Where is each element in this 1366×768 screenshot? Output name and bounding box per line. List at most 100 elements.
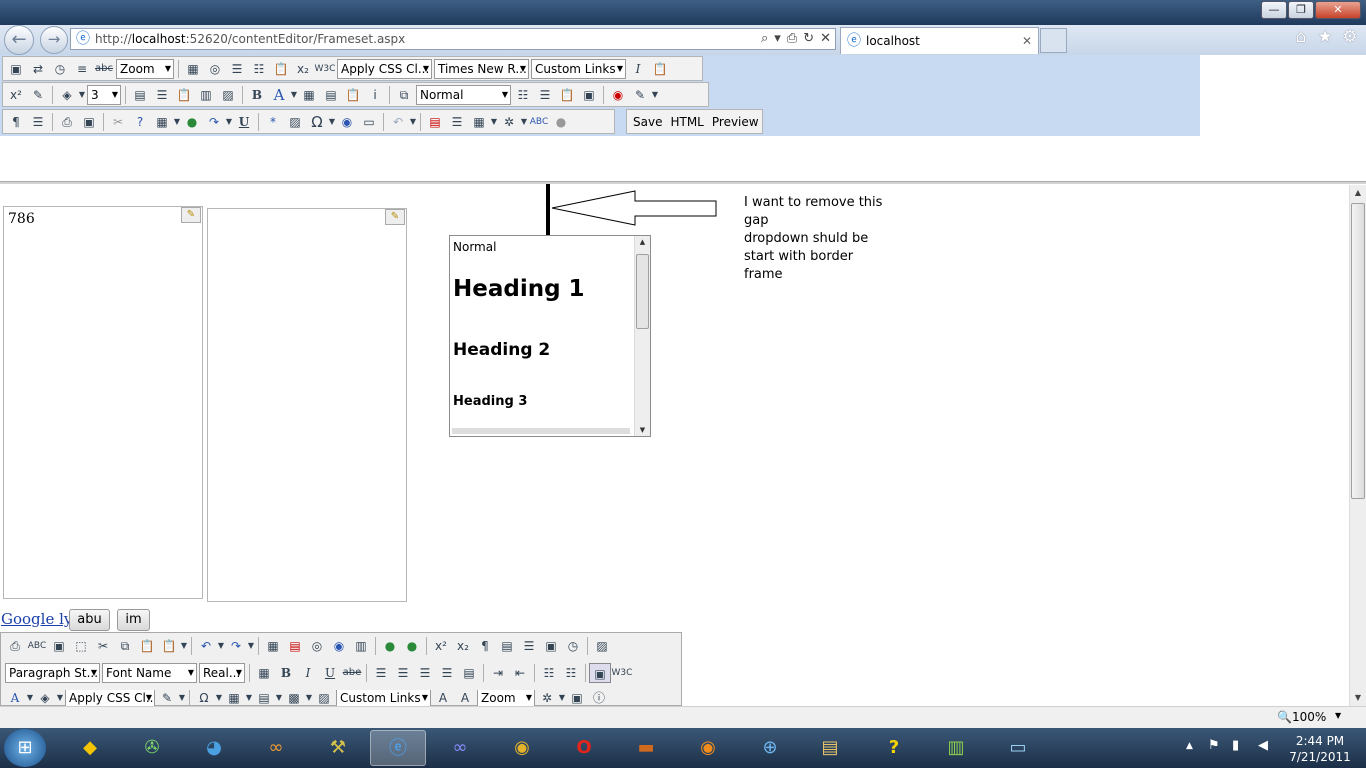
html-button[interactable]: HTML — [666, 115, 707, 129]
page-scrollbar[interactable]: ▲ ▼ — [1349, 185, 1366, 706]
dropdown-option-heading-3[interactable]: Heading 3 — [453, 394, 527, 409]
taskbar-app-firefox-icon[interactable]: ◉ — [680, 730, 736, 766]
zoom-dropdown[interactable]: Zoom ▼ — [116, 58, 174, 79]
cut-icon[interactable]: ✂ — [107, 112, 129, 132]
scroll-up-icon[interactable]: ▲ — [1350, 185, 1366, 201]
paste-icon[interactable]: 📋 — [270, 59, 292, 79]
print-icon[interactable]: ⎙ — [4, 636, 26, 656]
anchor-icon[interactable]: * — [262, 112, 284, 132]
right-editor-frame[interactable]: ✎ — [207, 208, 407, 602]
image-map-icon[interactable]: ▨ — [313, 690, 335, 706]
clock[interactable]: 2:44 PM 7/21/2011 — [1284, 733, 1356, 765]
scroll-up-icon[interactable]: ▲ — [635, 238, 650, 246]
custom-links-dropdown[interactable]: Custom Links ▼ — [531, 58, 626, 79]
minimize-button[interactable]: — — [1261, 1, 1287, 19]
chevron-down-icon[interactable]: ▼ — [247, 636, 255, 656]
taskbar-app-infinity-icon[interactable]: ∞ — [248, 730, 304, 766]
volume-icon[interactable]: ◀ — [1258, 738, 1268, 753]
taskbar-app-tools-icon[interactable]: ⚒ — [310, 730, 366, 766]
close-window-button[interactable]: ✕ — [1315, 1, 1361, 19]
insert-table-icon[interactable]: ▦ — [468, 112, 490, 132]
fill-color-icon[interactable]: ◈ — [56, 85, 78, 105]
underline-button[interactable]: U — [233, 112, 255, 132]
undo-icon[interactable]: ↶ — [387, 112, 409, 132]
taskbar-app-visual-studio-icon[interactable]: ∞ — [432, 730, 488, 766]
image-icon[interactable]: ▦ — [182, 59, 204, 79]
document-icon[interactable]: ▤ — [284, 636, 306, 656]
pencil-icon[interactable]: ✎ — [385, 209, 405, 225]
print-icon[interactable]: ⎙ — [56, 112, 78, 132]
media-icon[interactable]: ▣ — [578, 85, 600, 105]
center-icon[interactable]: ☰ — [151, 85, 173, 105]
chevron-down-icon[interactable]: ▼ — [409, 112, 417, 132]
select-all-icon[interactable]: ⬚ — [70, 636, 92, 656]
bullet-list-icon[interactable]: ☷ — [560, 663, 582, 683]
table-icon[interactable]: ▦ — [298, 85, 320, 105]
bottom-zoom-dropdown[interactable]: Zoom ▼ — [477, 690, 535, 706]
address-bar[interactable]: ⓔ http://localhost:52620/contentEditor/F… — [70, 28, 836, 50]
chevron-down-icon[interactable]: ▼ — [520, 112, 528, 132]
bottom-italic-button[interactable]: I — [297, 663, 319, 683]
taskbar-app-chat-icon[interactable]: ◕ — [186, 730, 242, 766]
flash-icon[interactable]: ◉ — [607, 85, 629, 105]
taskbar-app-help-icon[interactable]: ? — [866, 730, 922, 766]
paragraph-mark-icon[interactable]: ¶ — [474, 636, 496, 656]
scroll-down-icon[interactable]: ▼ — [635, 426, 650, 434]
subscript-icon[interactable]: x₂ — [452, 636, 474, 656]
remove-alignment-icon[interactable]: ▤ — [458, 663, 480, 683]
taskbar-app-folder-icon[interactable]: ▤ — [802, 730, 858, 766]
strikethrough-button[interactable]: abe — [341, 663, 363, 683]
media-icon[interactable]: ◉ — [328, 636, 350, 656]
font-color-icon[interactable]: A — [4, 690, 26, 706]
paste-text-icon[interactable]: 📋 — [649, 59, 671, 79]
symbol-button[interactable]: Ω — [306, 112, 328, 132]
globe-icon[interactable]: ◎ — [306, 636, 328, 656]
chevron-down-icon[interactable]: ▼ — [328, 112, 336, 132]
pencil-icon[interactable]: ✎ — [181, 207, 201, 223]
start-button[interactable]: ⊞ — [4, 729, 46, 767]
insert-snippet-icon[interactable]: ▤ — [253, 690, 275, 706]
align-center-icon[interactable]: ☰ — [392, 663, 414, 683]
chevron-down-icon[interactable]: ▼ — [490, 112, 498, 132]
media-player-icon[interactable]: ◉ — [336, 112, 358, 132]
chevron-down-icon[interactable]: ▼ — [173, 112, 181, 132]
apply-css-dropdown[interactable]: Apply CSS Cl... ▼ — [337, 58, 432, 79]
taskbar-app-tool-icon[interactable]: ✇ — [124, 730, 180, 766]
taskbar-app-notepad-icon[interactable]: ▥ — [928, 730, 984, 766]
image-icon[interactable]: ▦ — [262, 636, 284, 656]
dropdown-scrollbar[interactable]: ▲ ▼ — [634, 236, 650, 436]
taskbar-app-ie-tester-icon[interactable]: ◆ — [62, 730, 118, 766]
copy-icon[interactable]: ⧉ — [114, 636, 136, 656]
align-left-icon[interactable]: ☰ — [534, 85, 556, 105]
hyperlink-icon[interactable]: ● — [379, 636, 401, 656]
tools-icon[interactable]: ✲ — [536, 690, 558, 706]
media-icon[interactable]: ▣ — [566, 690, 588, 706]
hyperlink-icon[interactable]: ● — [181, 112, 203, 132]
bottom-underline-button[interactable]: U — [319, 663, 341, 683]
clipboard-icon[interactable]: 📋 — [556, 85, 578, 105]
taskbar-app-chrome-icon[interactable]: ◉ — [494, 730, 550, 766]
superscript-button[interactable]: x² — [5, 85, 27, 105]
align-right-icon[interactable]: ☰ — [27, 112, 49, 132]
scroll-thumb[interactable] — [636, 254, 649, 329]
spell-check-icon[interactable]: ABC — [528, 112, 550, 132]
taskbar-app-opera-icon[interactable]: O — [556, 730, 612, 766]
template-icon[interactable]: ▥ — [350, 636, 372, 656]
close-tab-icon[interactable]: ✕ — [1022, 28, 1032, 54]
compatibility-icon[interactable]: ⎙ — [787, 29, 797, 49]
clock-icon[interactable]: ◷ — [562, 636, 584, 656]
favorites-icon[interactable]: ★ — [1314, 27, 1336, 47]
w3c-icon[interactable]: W3C — [314, 59, 336, 79]
superscript-icon[interactable]: x² — [430, 636, 452, 656]
form-icon[interactable]: ▤ — [496, 636, 518, 656]
chevron-down-icon[interactable]: ▼ — [56, 690, 64, 706]
zoom-level[interactable]: 100% — [1292, 710, 1326, 724]
chevron-down-icon[interactable]: ▼ — [305, 690, 313, 706]
dropdown-icon[interactable]: ▾ — [774, 29, 781, 49]
w3c-icon[interactable]: W3C — [611, 663, 633, 683]
dropdown-option-heading-1[interactable]: Heading 1 — [453, 276, 585, 302]
unlink-icon[interactable]: ● — [401, 636, 423, 656]
new-tab-button[interactable] — [1040, 28, 1067, 53]
properties-icon[interactable]: ▣ — [540, 636, 562, 656]
table-icon[interactable]: ▦ — [223, 690, 245, 706]
